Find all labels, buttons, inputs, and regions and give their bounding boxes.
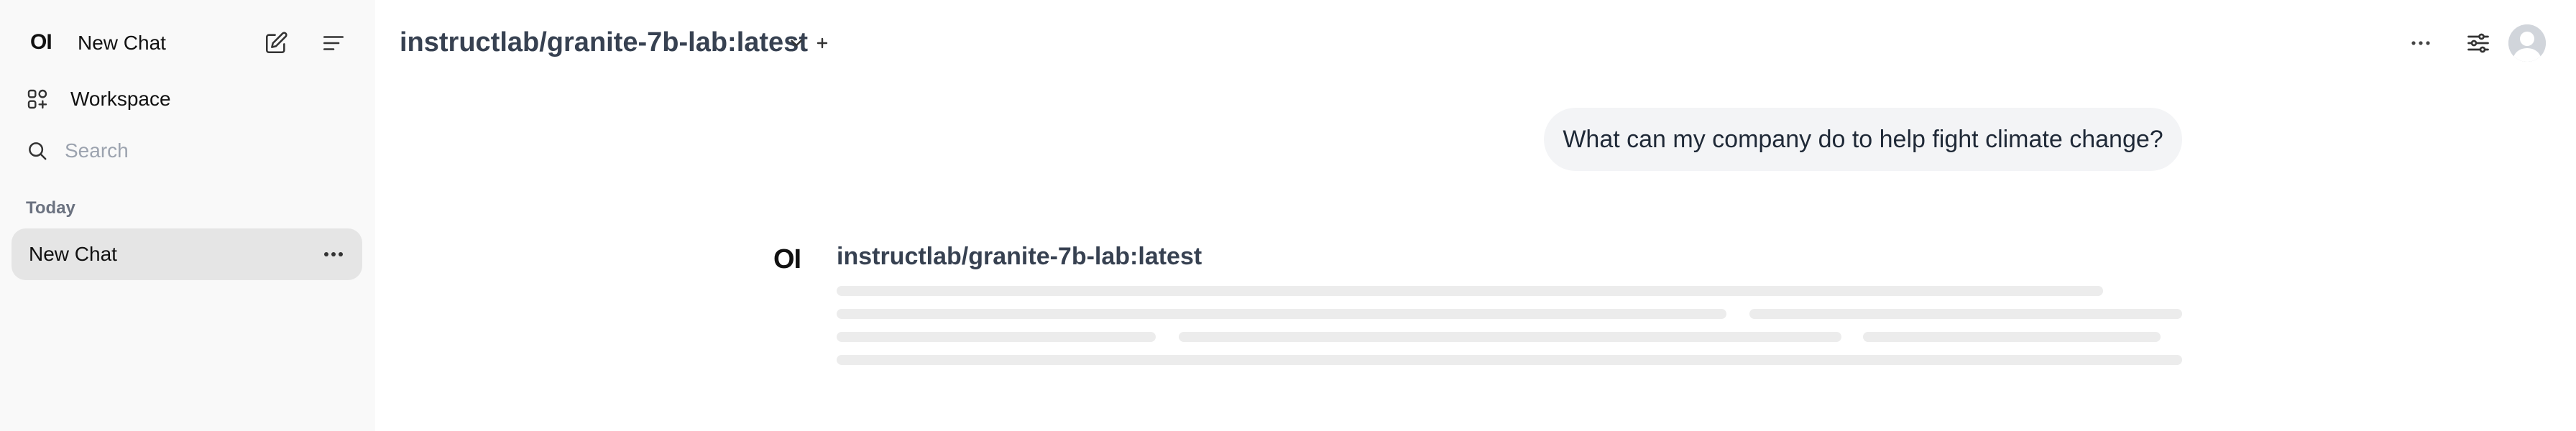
chat-list-item[interactable]: New Chat bbox=[12, 228, 362, 280]
ellipsis-icon bbox=[324, 252, 343, 256]
edit-icon bbox=[265, 32, 288, 54]
plus-icon bbox=[816, 37, 828, 49]
loading-skeleton-line bbox=[1179, 332, 1841, 342]
controls-button[interactable] bbox=[2462, 27, 2494, 59]
app-logo[interactable]: OI bbox=[30, 30, 52, 55]
sidebar-header: OI New Chat bbox=[0, 0, 375, 86]
user-message-text: What can my company do to help fight cli… bbox=[1563, 125, 2163, 153]
loading-skeleton-line bbox=[837, 286, 2103, 296]
search-bar[interactable] bbox=[24, 134, 355, 168]
controls-icon bbox=[2467, 33, 2489, 53]
workspace-label: Workspace bbox=[70, 88, 171, 110]
loading-skeleton-line bbox=[1749, 309, 2182, 319]
assistant-avatar: OI bbox=[773, 244, 801, 274]
add-model-button[interactable] bbox=[809, 30, 835, 56]
sidebar: OI New Chat Workspace Search Today New C… bbox=[0, 0, 375, 431]
sidebar-menu-icon bbox=[323, 36, 344, 50]
user-avatar[interactable] bbox=[2508, 24, 2546, 62]
loading-skeleton-line bbox=[837, 355, 2182, 365]
assistant-model-name: instructlab/granite-7b-lab:latest bbox=[837, 243, 1202, 270]
ellipsis-icon bbox=[2411, 41, 2430, 45]
new-chat-link[interactable]: New Chat bbox=[78, 32, 166, 55]
model-selector[interactable]: instructlab/granite-7b-lab:latest bbox=[400, 27, 808, 58]
user-message-bubble: What can my company do to help fight cli… bbox=[1544, 108, 2182, 171]
search-input[interactable] bbox=[65, 139, 338, 162]
loading-skeleton-line bbox=[1863, 332, 2161, 342]
loading-skeleton-line bbox=[837, 309, 1726, 319]
section-today-label: Today bbox=[26, 198, 75, 218]
new-chat-button[interactable] bbox=[262, 29, 290, 57]
chat-item-label: New Chat bbox=[29, 243, 117, 265]
top-bar: instructlab/granite-7b-lab:latest bbox=[375, 0, 2576, 86]
search-icon bbox=[24, 138, 50, 164]
chat-item-more-button[interactable] bbox=[321, 243, 346, 266]
model-dropdown-button[interactable] bbox=[783, 30, 809, 56]
workspace-icon bbox=[24, 86, 50, 112]
chat-menu-button[interactable] bbox=[2406, 29, 2435, 57]
chevron-down-icon bbox=[791, 40, 802, 47]
sidebar-toggle-button[interactable] bbox=[319, 29, 348, 57]
avatar-icon bbox=[2508, 24, 2546, 62]
workspace-link[interactable]: Workspace bbox=[24, 82, 355, 116]
loading-skeleton-line bbox=[837, 332, 1156, 342]
